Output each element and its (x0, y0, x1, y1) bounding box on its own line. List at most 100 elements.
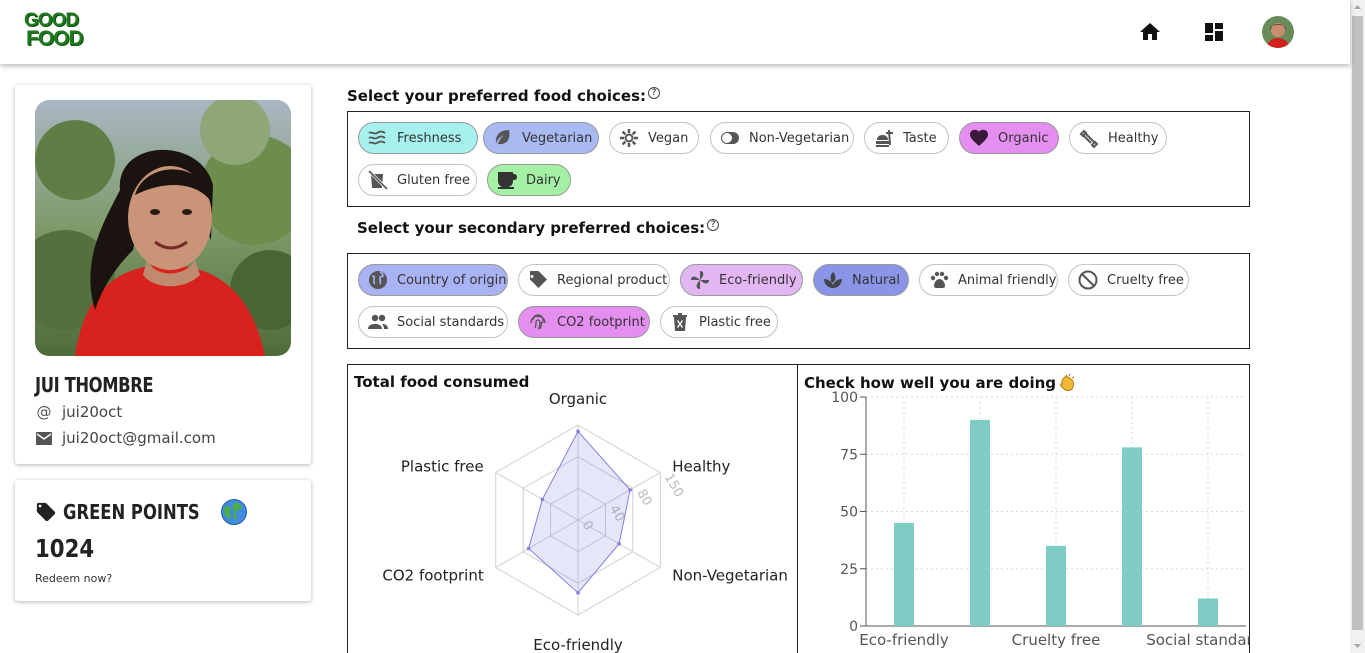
pinwheel-icon (689, 269, 711, 291)
chip-vegetarian[interactable]: Vegetarian (483, 122, 599, 154)
y-tick-label: 0 (849, 619, 858, 635)
chip-vegan[interactable]: Vegan (609, 122, 699, 154)
charts-panel: Total food consumed Check how well you a… (347, 364, 1250, 653)
x-tick-label: Cruelty free (1012, 631, 1101, 649)
chip-animal-friendly[interactable]: Animal friendly (919, 264, 1058, 296)
radar-category-label: Plastic free (401, 458, 484, 476)
chip-freshness[interactable]: Freshness (358, 122, 478, 154)
dashboard-icon[interactable] (1202, 20, 1226, 44)
chip-label: Animal friendly (958, 272, 1057, 288)
profile-name: JUI THOMBRE (35, 373, 154, 397)
y-tick-label: 100 (831, 390, 858, 406)
secondary-choices-title: Select your secondary preferred choices:… (357, 219, 720, 237)
chip-dairy[interactable]: Dairy (487, 164, 571, 196)
leaf-icon (492, 127, 514, 149)
radar-point (617, 541, 621, 546)
secondary-choices-box: Country of origin Regional product Eco-fri… (347, 253, 1250, 349)
radar-category-label: Non-Vegetarian (672, 567, 788, 585)
chip-label: Natural (852, 272, 900, 288)
cup-icon (496, 169, 518, 191)
chip-gluten-free[interactable]: Gluten free (358, 164, 477, 196)
globe-icon (367, 269, 389, 291)
chip-country-of-origin[interactable]: Country of origin (358, 264, 508, 296)
radar-point (540, 497, 545, 502)
radar-point (526, 546, 531, 551)
scroll-down-arrow-icon[interactable] (1350, 638, 1365, 653)
green-points-card: GREEN POINTS 1024 Redeem now? (15, 480, 311, 601)
chip-regional-product[interactable]: Regional product (518, 264, 670, 296)
spa-icon (822, 269, 844, 291)
chip-label: CO2 footprint (557, 314, 645, 330)
profile-card: JUI THOMBRE @ jui20oct jui20oct@gmail.co… (15, 85, 311, 464)
green-points-value: 1024 (35, 534, 95, 563)
tag-icon (527, 269, 549, 291)
radar-category-label: Eco-friendly (533, 636, 623, 653)
chip-plastic-free[interactable]: Plastic free (660, 306, 778, 338)
paw-icon (928, 269, 950, 291)
chip-label: Non-Vegetarian (749, 130, 850, 146)
y-tick-label: 50 (840, 505, 858, 521)
chip-label: Regional product (557, 272, 668, 288)
chip-label: Dairy (526, 172, 561, 188)
chip-label: Cruelty free (1107, 272, 1184, 288)
help-icon[interactable]: ? (707, 219, 720, 231)
chip-label: Plastic free (699, 314, 771, 330)
fastfood-icon (873, 127, 895, 149)
radar-chart: 04080150OrganicHealthyNon-VegetarianEco-… (382, 390, 788, 653)
chip-label: Social standards (397, 314, 505, 330)
trash-icon (669, 311, 691, 333)
username: jui20oct (62, 403, 123, 421)
block-icon (1077, 269, 1099, 291)
scroll-up-arrow-icon[interactable] (1350, 0, 1365, 15)
fingerprint-icon (527, 311, 549, 333)
top-app-bar: GOOD FOOD (0, 0, 1350, 64)
chip-label: Taste (903, 130, 937, 146)
tag-icon (35, 501, 57, 523)
chip-taste[interactable]: Taste (864, 122, 949, 154)
chip-label: Vegetarian (522, 130, 593, 146)
gear-flower-icon (618, 127, 640, 149)
radar-category-label: CO2 footprint (382, 567, 483, 585)
chip-co2-footprint[interactable]: CO2 footprint (518, 306, 650, 338)
chip-label: Healthy (1108, 130, 1159, 146)
home-icon[interactable] (1138, 20, 1162, 44)
primary-choices-title: Select your preferred food choices: ? (347, 87, 660, 105)
scrollbar-thumb[interactable] (1352, 16, 1363, 630)
radar-point (628, 488, 632, 492)
chip-label: Freshness (397, 130, 462, 146)
redeem-link[interactable]: Redeem now? (35, 572, 112, 585)
chip-label: Vegan (648, 130, 689, 146)
chip-natural[interactable]: Natural (813, 264, 909, 296)
waves-icon (367, 127, 389, 149)
at-sign-icon: @ (36, 403, 52, 421)
primary-choices-box: Freshness Vegetarian Vegan Non-Vegetarian Ta… (347, 111, 1250, 207)
chip-organic[interactable]: Organic (959, 122, 1059, 154)
radar-scale-tick: 80 (633, 487, 654, 509)
profile-photo (35, 100, 291, 356)
chip-social-standards[interactable]: Social standards (358, 306, 508, 338)
toggle-icon (719, 127, 741, 149)
x-tick-label: Social standards (1146, 631, 1250, 649)
people-icon (367, 311, 389, 333)
help-icon[interactable]: ? (648, 87, 660, 99)
bar (1046, 545, 1066, 626)
vertical-scrollbar[interactable] (1350, 0, 1365, 653)
radar-point (576, 591, 580, 595)
heart-icon (968, 127, 990, 149)
mail-icon (35, 429, 53, 447)
chip-non-vegetarian[interactable]: Non-Vegetarian (710, 122, 854, 154)
chip-label: Organic (998, 130, 1049, 146)
bar (1198, 598, 1218, 626)
good-food-logo[interactable]: GOOD FOOD (24, 11, 84, 52)
chip-eco-friendly[interactable]: Eco-friendly (680, 264, 803, 296)
chip-cruelty-free[interactable]: Cruelty free (1068, 264, 1189, 296)
y-tick-label: 75 (840, 447, 858, 463)
earth-globe-icon (220, 498, 248, 526)
avatar[interactable] (1262, 16, 1294, 48)
chip-healthy[interactable]: Healthy (1069, 122, 1167, 154)
radar-category-label: Organic (549, 390, 607, 408)
x-tick-label: Eco-friendly (859, 631, 949, 649)
bar-chart: 0 25 50 75 100 Eco-friendly Cruelty free Social… (831, 390, 1250, 649)
chip-label: Gluten free (397, 172, 471, 188)
username-row: @ jui20oct (35, 403, 123, 421)
